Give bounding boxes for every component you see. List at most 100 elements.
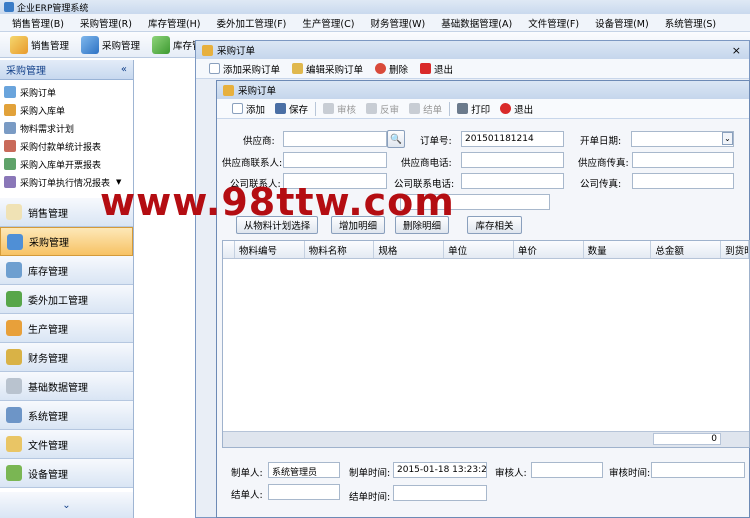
col-arrival-time[interactable]: 到货时	[721, 241, 749, 258]
open-date-label: 开单日期:	[580, 136, 622, 147]
form-window-titlebar: 采购订单	[217, 81, 749, 99]
col-material-code[interactable]: 物料编号	[235, 241, 305, 258]
form-exit-button[interactable]: 退出	[495, 102, 538, 116]
folder-icon	[6, 436, 22, 452]
inventory-icon	[6, 262, 22, 278]
sidebar-item-purchase-order[interactable]: 采购订单	[4, 83, 133, 101]
group-label: 库存管理	[28, 266, 68, 278]
delete-icon	[375, 63, 387, 74]
menu-basic-data[interactable]: 基础数据管理(A)	[433, 16, 520, 30]
delete-label: 删除	[389, 64, 409, 76]
sidebar-item-purchase-receipt[interactable]: 采购入库单	[4, 101, 133, 119]
company-phone-input[interactable]	[461, 173, 564, 189]
new-document-icon	[232, 103, 243, 114]
user-icon	[323, 103, 335, 114]
sidebar-item-label: 物料需求计划	[20, 124, 75, 135]
group-basic-data[interactable]: 基础数据管理	[0, 372, 133, 401]
chevron-down-icon[interactable]: ⌄	[722, 132, 733, 145]
save-button[interactable]: 保存	[270, 102, 313, 116]
unaudit-button[interactable]: 反审	[361, 102, 404, 116]
menu-finance[interactable]: 财务管理(W)	[362, 16, 433, 30]
audit-time-label: 审核时间:	[609, 468, 651, 479]
menu-equipment[interactable]: 设备管理(M)	[587, 16, 657, 30]
list-window-title: 采购订单	[217, 46, 256, 57]
sidebar-item-payment-report[interactable]: 采购付款单统计报表	[4, 137, 133, 155]
report-icon	[4, 140, 16, 152]
col-spec[interactable]: 规格	[374, 241, 445, 258]
add-order-button[interactable]: 添加采购订单	[204, 62, 285, 76]
watermark: www.98ttw.com	[100, 180, 455, 224]
new-document-icon	[209, 63, 220, 74]
sidebar-item-invoice-report[interactable]: 采购入库单开票报表	[4, 155, 133, 173]
menu-production[interactable]: 生产管理(C)	[294, 16, 362, 30]
close-time-field	[393, 485, 487, 501]
exit-button[interactable]: 退出	[415, 62, 458, 76]
print-label: 打印	[471, 104, 491, 116]
app-title: 企业ERP管理系统	[17, 3, 89, 14]
sidebar-item-label: 采购订单执行情况报表	[20, 178, 111, 189]
outsourcing-icon	[6, 291, 22, 307]
sidebar-footer[interactable]: ⌄	[0, 492, 133, 518]
group-label: 基础数据管理	[28, 382, 88, 394]
supplier-input[interactable]	[283, 131, 387, 147]
stock-related-button[interactable]: 库存相关	[467, 216, 522, 234]
group-inventory[interactable]: 库存管理	[0, 256, 133, 285]
menu-purchase[interactable]: 采购管理(R)	[72, 16, 140, 30]
sales-icon	[6, 204, 22, 220]
add-button[interactable]: 添加	[227, 102, 270, 116]
edit-order-button[interactable]: 编辑采购订单	[287, 62, 368, 76]
supplier-phone-input[interactable]	[461, 152, 564, 168]
toolbar-purchase-button[interactable]: 采购管理	[75, 35, 146, 54]
menu-system[interactable]: 系统管理(S)	[657, 16, 724, 30]
supplier-contact-input[interactable]	[283, 152, 387, 168]
supplier-contact-label: 供应商联系人:	[222, 158, 283, 169]
company-fax-input[interactable]	[632, 173, 734, 189]
grid-summary-row: 0	[223, 431, 749, 447]
group-production[interactable]: 生产管理	[0, 314, 133, 343]
toolbar-sales-button[interactable]: 销售管理	[4, 35, 75, 54]
exit-icon	[500, 103, 512, 114]
col-material-name[interactable]: 物料名称	[305, 241, 375, 258]
sidebar-item-mrp[interactable]: 物料需求计划	[4, 119, 133, 137]
group-equipment[interactable]: 设备管理	[0, 459, 133, 488]
supplier-fax-label: 供应商传真:	[578, 158, 629, 169]
col-total-amount[interactable]: 总金额	[651, 241, 722, 258]
open-date-picker[interactable]	[631, 131, 734, 147]
sidebar-header: 采购管理 «	[0, 60, 133, 80]
document-icon	[4, 86, 16, 98]
delete-button[interactable]: 删除	[370, 62, 413, 76]
sidebar-header-title: 采购管理	[6, 66, 46, 77]
sidebar: 采购管理 « 采购订单 采购入库单 物料需求计划 采购付款单统计报表 采购入库单…	[0, 60, 134, 518]
supplier-fax-input[interactable]	[632, 152, 734, 168]
menu-inventory[interactable]: 库存管理(H)	[140, 16, 209, 30]
group-finance[interactable]: 财务管理	[0, 343, 133, 372]
close-icon[interactable]: ×	[732, 44, 741, 57]
add-order-label: 添加采购订单	[223, 64, 281, 76]
order-no-label: 订单号:	[420, 136, 452, 147]
equipment-icon	[6, 465, 22, 481]
order-no-field[interactable]: 201501181214	[461, 131, 564, 147]
sidebar-groups: 销售管理 采购管理 库存管理 委外加工管理 生产管理 财务管理 基础数据管理 系…	[0, 198, 133, 488]
invoice-icon	[4, 158, 16, 170]
menu-files[interactable]: 文件管理(F)	[520, 16, 587, 30]
menu-outsourcing[interactable]: 委外加工管理(F)	[209, 16, 295, 30]
collapse-icon[interactable]: «	[121, 64, 127, 75]
search-supplier-button[interactable]: 🔍	[387, 130, 405, 148]
group-system[interactable]: 系统管理	[0, 401, 133, 430]
group-purchase[interactable]: 采购管理	[0, 227, 133, 256]
user-undo-icon	[366, 103, 378, 114]
exit-icon	[420, 63, 432, 74]
menu-sales[interactable]: 销售管理(B)	[4, 16, 72, 30]
chevron-down-icon[interactable]: ⌄	[62, 500, 70, 511]
total-amount-sum: 0	[653, 433, 721, 445]
print-button[interactable]: 打印	[452, 102, 495, 116]
close-order-button[interactable]: 结单	[404, 102, 447, 116]
col-unit[interactable]: 单位	[444, 241, 514, 258]
col-quantity[interactable]: 数量	[584, 241, 652, 258]
group-outsourcing[interactable]: 委外加工管理	[0, 285, 133, 314]
col-unit-price[interactable]: 单价	[514, 241, 584, 258]
group-files[interactable]: 文件管理	[0, 430, 133, 459]
order-detail-grid[interactable]: 物料编号 物料名称 规格 单位 单价 数量 总金额 到货时 0	[222, 240, 750, 448]
pencil-icon	[10, 35, 28, 54]
audit-button[interactable]: 审核	[318, 102, 361, 116]
